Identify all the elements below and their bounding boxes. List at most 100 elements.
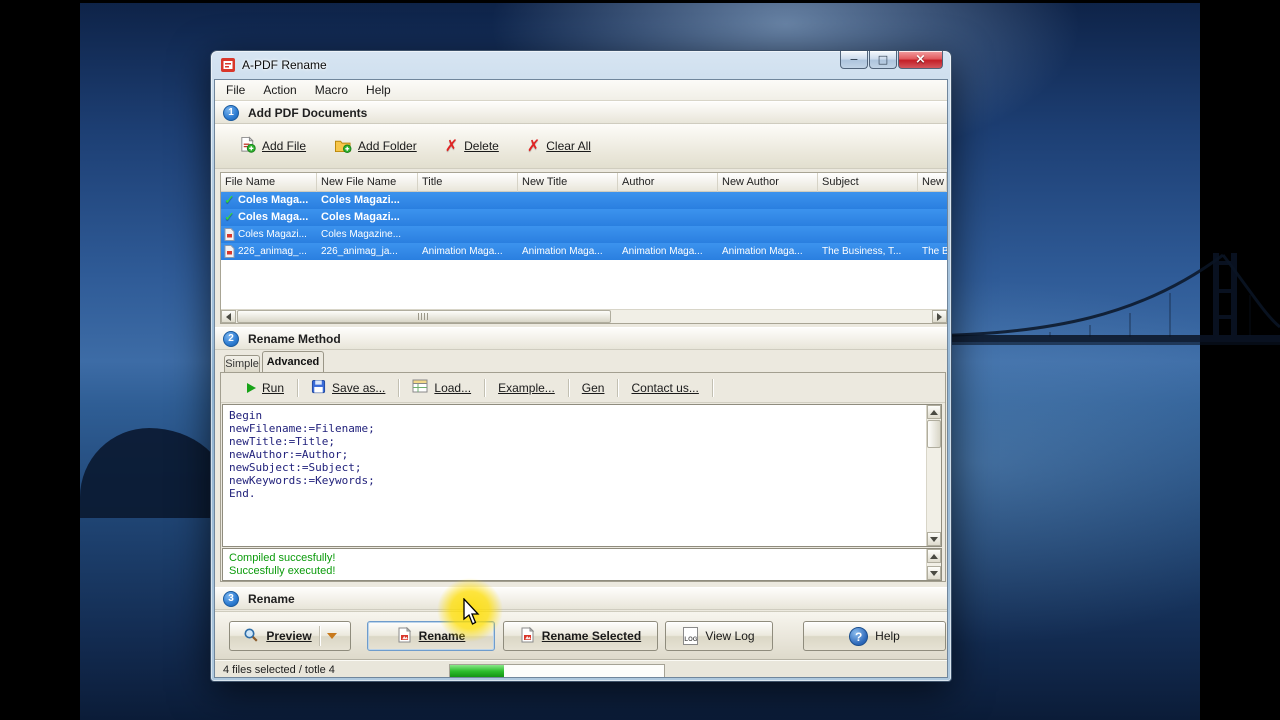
gen-button[interactable]: Gen (582, 381, 605, 395)
save-as-button[interactable]: Save as... (311, 379, 385, 397)
scroll-right-button[interactable] (932, 310, 947, 323)
documents-table: File Name New File Name Title New Title … (220, 172, 947, 324)
menu-action[interactable]: Action (254, 81, 305, 99)
pdf-file-icon (224, 243, 235, 260)
log-icon-text: LOG (684, 637, 698, 643)
contact-us-button[interactable]: Contact us... (631, 381, 698, 395)
vertical-scroll-thumb[interactable] (927, 420, 941, 448)
preview-button[interactable]: Preview (229, 621, 351, 651)
help-button[interactable]: ? Help (803, 621, 946, 651)
minimize-icon: − (849, 53, 859, 66)
scroll-down-button[interactable] (927, 566, 941, 580)
preview-icon (243, 627, 259, 646)
column-subject[interactable]: Subject (818, 173, 918, 192)
table-row[interactable]: 226_animag_... 226_animag_ja... Animatio… (221, 243, 947, 260)
maximize-button[interactable]: □ (869, 51, 897, 69)
cell-file-name: 226_animag_... (238, 246, 307, 257)
preview-dropdown-icon[interactable] (326, 633, 337, 639)
delete-icon: ✗ (444, 136, 459, 155)
script-line: newTitle:=Title; (229, 435, 335, 448)
app-icon (220, 57, 236, 73)
view-log-button[interactable]: LOG View Log (665, 621, 773, 651)
example-button[interactable]: Example... (498, 381, 555, 395)
script-line: newFilename:=Filename; (229, 422, 375, 435)
view-log-label: View Log (705, 629, 755, 643)
gen-label: Gen (581, 380, 605, 395)
add-file-label: Add File (262, 139, 307, 153)
compile-status-line: Compiled succesfully! (229, 552, 336, 564)
window-body: File Action Macro Help 1 Add PDF Documen… (214, 79, 948, 678)
clear-all-button[interactable]: ✗ Clear All (527, 138, 591, 154)
script-line: End. (229, 487, 256, 500)
mouse-cursor (463, 598, 480, 625)
cell-file-name: Coles Magazi... (238, 229, 307, 240)
cell-file-name: Coles Maga... (238, 194, 309, 206)
cell-new-subject: The Bu... (922, 246, 947, 257)
tab-advanced[interactable]: Advanced (262, 351, 324, 372)
column-new-file-name[interactable]: New File Name (317, 173, 418, 192)
rename-selected-label: Rename Selected (541, 629, 642, 643)
titlebar[interactable]: A-PDF Rename − □ × (211, 51, 951, 79)
clear-all-icon: ✗ (526, 136, 541, 155)
progress-bar (449, 664, 665, 677)
scroll-up-button[interactable] (927, 549, 941, 563)
thumb-grip-icon (418, 313, 430, 320)
scroll-up-button[interactable] (927, 405, 941, 419)
column-title[interactable]: Title (418, 173, 518, 192)
method-toolbar: Run Save as... Load... Example... Gen Co… (221, 373, 945, 403)
table-row[interactable]: Coles Magazi... Coles Magazine... (221, 226, 947, 243)
load-button[interactable]: Load... (412, 379, 471, 396)
scroll-left-button[interactable] (221, 310, 236, 323)
delete-button[interactable]: ✗ Delete (445, 138, 499, 154)
vertical-scrollbar[interactable] (926, 549, 941, 580)
script-editor[interactable]: Begin newFilename:=Filename; newTitle:=T… (222, 404, 942, 547)
button-separator (318, 626, 320, 646)
app-window: A-PDF Rename − □ × File Action Macro Hel… (210, 50, 952, 682)
table-body[interactable]: ✓ Coles Maga... Coles Magazi... ✓ Coles … (221, 192, 947, 309)
vertical-scrollbar[interactable] (926, 405, 941, 546)
view-log-icon: LOG (683, 627, 699, 645)
progress-fill (450, 665, 504, 677)
clear-all-label: Clear All (546, 139, 591, 153)
menu-macro[interactable]: Macro (306, 81, 357, 99)
column-author[interactable]: Author (618, 173, 718, 192)
cell-subject: The Business, T... (822, 246, 902, 257)
table-row[interactable]: ✓ Coles Maga... Coles Magazi... (221, 192, 947, 209)
toolbar-separator (711, 378, 713, 397)
table-row[interactable]: ✓ Coles Maga... Coles Magazi... (221, 209, 947, 226)
column-new-subject[interactable]: New S (918, 173, 947, 192)
scroll-down-icon (930, 570, 938, 576)
horizontal-scroll-thumb[interactable] (237, 310, 611, 323)
rename-selected-button[interactable]: Rename Selected (503, 621, 658, 651)
check-icon: ✓ (224, 193, 235, 208)
script-line: newSubject:=Subject; (229, 461, 362, 474)
section1-title: Add PDF Documents (248, 105, 368, 120)
horizontal-scrollbar[interactable] (221, 309, 947, 323)
save-as-label: Save as... (332, 380, 386, 395)
cell-title: Animation Maga... (422, 246, 503, 257)
save-icon (311, 379, 326, 397)
column-new-title[interactable]: New Title (518, 173, 618, 192)
minimize-button[interactable]: − (840, 51, 868, 69)
column-file-name[interactable]: File Name (221, 173, 317, 192)
example-label: Example... (498, 380, 555, 395)
menu-bar: File Action Macro Help (215, 80, 947, 101)
menu-help[interactable]: Help (357, 81, 400, 99)
run-button[interactable]: Run (247, 381, 284, 395)
tab-simple[interactable]: Simple (224, 355, 260, 372)
add-file-button[interactable]: Add File (239, 136, 306, 156)
cell-new-title: Animation Maga... (522, 246, 603, 257)
close-button[interactable]: × (898, 51, 943, 69)
contact-us-label: Contact us... (631, 380, 699, 395)
add-folder-icon (334, 137, 352, 156)
add-folder-button[interactable]: Add Folder (334, 137, 417, 156)
toolbar-separator (398, 378, 400, 397)
pdf-file-icon (224, 226, 235, 243)
toolbar-separator (484, 378, 486, 397)
run-label: Run (262, 380, 285, 395)
scroll-down-button[interactable] (927, 532, 941, 546)
column-new-author[interactable]: New Author (718, 173, 818, 192)
script-line: newKeywords:=Keywords; (229, 474, 375, 487)
status-text: 4 files selected / totle 4 (223, 664, 335, 676)
menu-file[interactable]: File (217, 81, 254, 99)
